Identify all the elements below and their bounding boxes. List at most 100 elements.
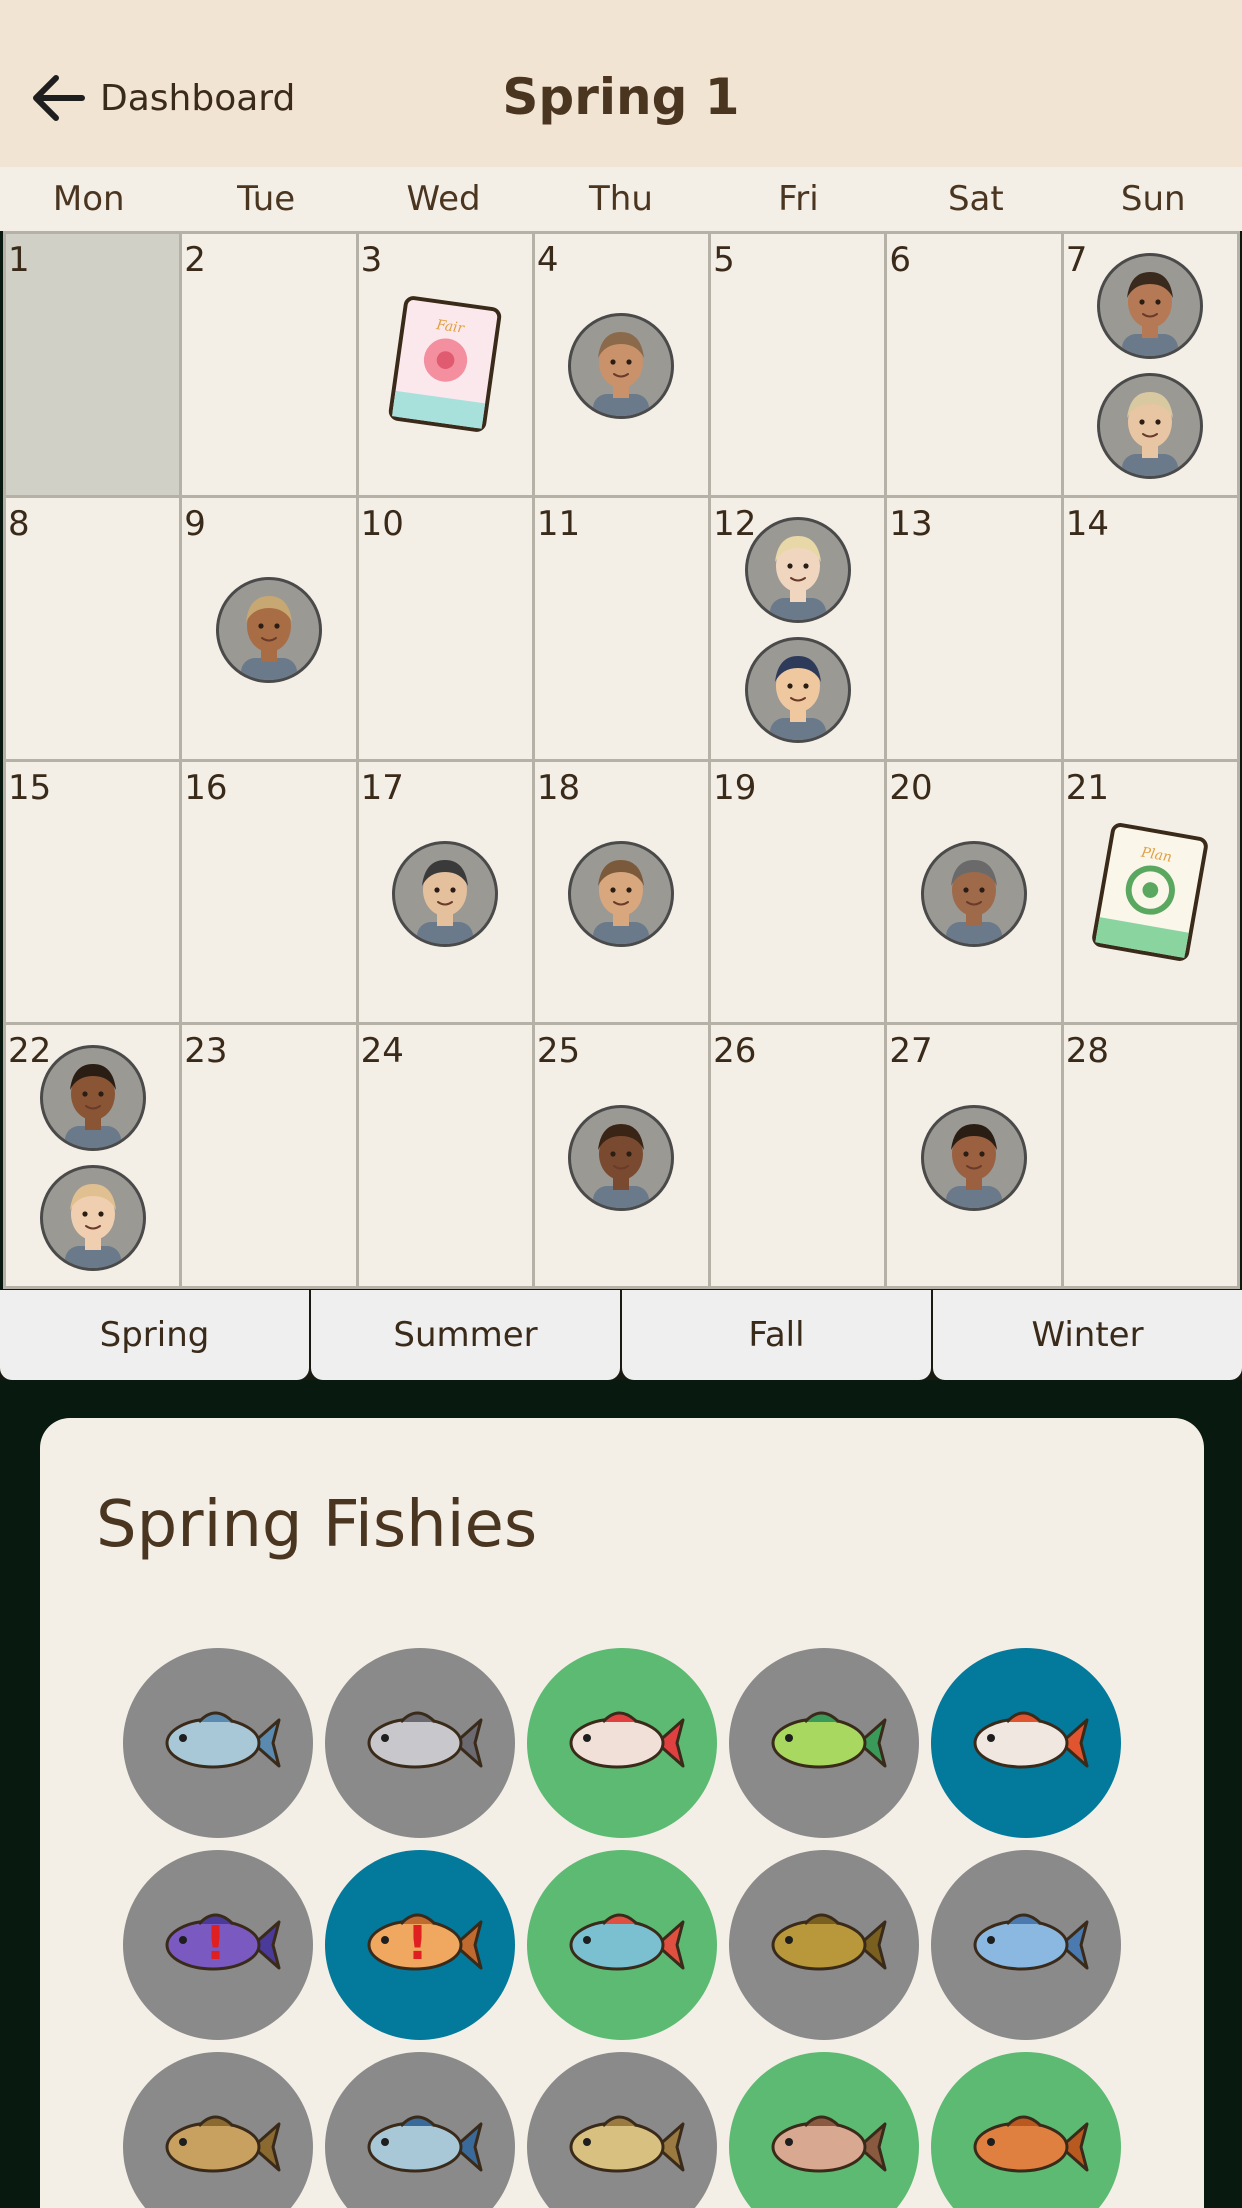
day-cell-4[interactable]: 4 — [534, 234, 709, 495]
crayfish-icon[interactable] — [729, 1850, 919, 2040]
villager-birthday-avatar[interactable] — [39, 1044, 146, 1151]
day-cell-26[interactable]: 26 — [711, 1025, 885, 1286]
season-tab-spring[interactable]: Spring — [0, 1290, 309, 1380]
weekday-sun: Sun — [1120, 179, 1186, 219]
villager-birthday-avatar[interactable] — [744, 637, 851, 744]
day-cell-22[interactable]: 22 — [6, 1025, 180, 1286]
day-cell-12[interactable]: 12 — [711, 497, 885, 759]
day-cell-1[interactable]: 1 — [6, 234, 180, 495]
villager-birthday-avatar[interactable] — [39, 1164, 146, 1271]
day-cell-27[interactable]: 27 — [887, 1025, 1061, 1286]
perch-fish-icon[interactable] — [123, 2052, 313, 2208]
loach-fish-icon[interactable]: ! — [325, 1850, 515, 2040]
day-cell-8[interactable]: 8 — [6, 497, 180, 759]
striped-fish-icon[interactable] — [325, 2052, 515, 2208]
villager-birthday-avatar[interactable] — [744, 517, 851, 624]
day-cell-6[interactable]: 6 — [887, 234, 1061, 495]
weekday-mon: Mon — [52, 179, 125, 219]
goby-fish-icon[interactable] — [931, 2052, 1121, 2208]
top-bar: Dashboard Spring 1 — [0, 0, 1242, 167]
day-events — [887, 1039, 1060, 1276]
day-events — [182, 1039, 355, 1276]
day-events — [6, 512, 179, 749]
weekday-tue: Tue — [237, 179, 296, 219]
day-cell-9[interactable]: 9 — [182, 497, 356, 759]
plant-festival-card-icon[interactable]: Plan — [1091, 822, 1209, 966]
day-cell-2[interactable]: 2 — [182, 234, 356, 495]
villager-birthday-avatar[interactable] — [568, 313, 675, 420]
villager-birthday-avatar[interactable] — [568, 840, 675, 947]
flower-festival-card-icon[interactable]: Fair — [386, 294, 504, 438]
day-events — [711, 512, 884, 749]
snapper-fish-icon[interactable] — [729, 2052, 919, 2208]
day-cell-15[interactable]: 15 — [6, 761, 180, 1023]
day-events — [359, 776, 532, 1013]
day-cell-11[interactable]: 11 — [534, 497, 709, 759]
fish-panel: Spring Fishies ! ! — [40, 1418, 1204, 2208]
day-cell-13[interactable]: 13 — [887, 497, 1061, 759]
day-cell-28[interactable]: 28 — [1063, 1025, 1237, 1286]
day-events — [535, 248, 708, 485]
flowerhorn-fish-icon[interactable] — [527, 1648, 717, 1838]
day-events — [535, 1039, 708, 1276]
day-cell-16[interactable]: 16 — [182, 761, 356, 1023]
season-tab-winter[interactable]: Winter — [933, 1290, 1242, 1380]
day-cell-7[interactable]: 7 — [1063, 234, 1237, 495]
weekday-wed: Wed — [406, 179, 481, 219]
trout-fish-icon[interactable] — [527, 2052, 717, 2208]
villager-birthday-avatar[interactable] — [1097, 253, 1204, 360]
villager-birthday-avatar[interactable] — [568, 1104, 675, 1211]
day-cell-21[interactable]: 21 Plan — [1063, 761, 1237, 1023]
day-events — [535, 512, 708, 749]
alert-icon: ! — [407, 1916, 428, 1970]
villager-birthday-avatar[interactable] — [215, 577, 322, 684]
day-events — [359, 512, 532, 749]
alert-icon: ! — [205, 1916, 226, 1970]
fish-panel-title: Spring Fishies — [96, 1488, 538, 1562]
day-events — [1064, 1039, 1237, 1276]
weekday-sat: Sat — [947, 179, 1004, 219]
day-cell-17[interactable]: 17 — [358, 761, 532, 1023]
villager-birthday-avatar[interactable] — [921, 1104, 1028, 1211]
season-tabs: Spring Summer Fall Winter — [0, 1290, 1242, 1380]
day-cell-20[interactable]: 20 — [887, 761, 1061, 1023]
catfish-fish-icon[interactable] — [325, 1648, 515, 1838]
calendar-grid: 123 Fair 4 567 89 10 11 12 13 14 15 16 1… — [3, 231, 1240, 1289]
day-events — [887, 776, 1060, 1013]
day-cell-3[interactable]: 3 Fair — [358, 234, 532, 495]
day-events — [1064, 248, 1237, 485]
day-events — [887, 512, 1060, 749]
day-cell-18[interactable]: 18 — [534, 761, 709, 1023]
day-cell-10[interactable]: 10 — [358, 497, 532, 759]
weekday-header: Mon Tue Wed Thu Fri Sat Sun — [0, 167, 1242, 231]
day-cell-14[interactable]: 14 — [1063, 497, 1237, 759]
tuna-fish-icon[interactable] — [123, 1648, 313, 1838]
koi-fish-icon[interactable] — [931, 1648, 1121, 1838]
day-cell-23[interactable]: 23 — [182, 1025, 356, 1286]
day-cell-25[interactable]: 25 — [534, 1025, 709, 1286]
eel-fish-icon[interactable] — [931, 1850, 1121, 2040]
day-events — [6, 1039, 179, 1276]
day-events — [1064, 512, 1237, 749]
day-events — [535, 776, 708, 1013]
day-events: Fair — [359, 248, 532, 485]
villager-birthday-avatar[interactable] — [392, 840, 499, 947]
day-events — [182, 512, 355, 749]
season-tab-fall[interactable]: Fall — [622, 1290, 931, 1380]
betta-fish-icon[interactable]: ! — [123, 1850, 313, 2040]
villager-birthday-avatar[interactable] — [1097, 373, 1204, 480]
weekday-fri: Fri — [778, 179, 819, 219]
day-events: Plan — [1064, 776, 1237, 1013]
villager-birthday-avatar[interactable] — [921, 840, 1028, 947]
weekday-thu: Thu — [589, 179, 653, 219]
rainbow-fish-icon[interactable] — [527, 1850, 717, 2040]
day-cell-24[interactable]: 24 — [358, 1025, 532, 1286]
day-events — [887, 248, 1060, 485]
day-events — [711, 776, 884, 1013]
day-events — [182, 776, 355, 1013]
day-cell-19[interactable]: 19 — [711, 761, 885, 1023]
season-tab-summer[interactable]: Summer — [311, 1290, 620, 1380]
bluegill-fish-icon[interactable] — [729, 1648, 919, 1838]
day-events — [711, 1039, 884, 1276]
day-cell-5[interactable]: 5 — [711, 234, 885, 495]
